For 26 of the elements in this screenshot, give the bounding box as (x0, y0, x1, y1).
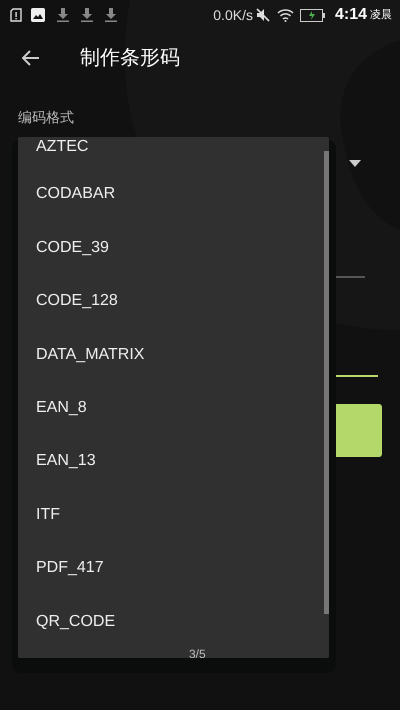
dropdown-option[interactable]: EAN_13 (18, 439, 323, 484)
dropdown-option[interactable]: CODABAR (18, 172, 323, 216)
dropdown-option[interactable]: EAN_8 (18, 386, 323, 430)
wifi-icon (276, 8, 294, 22)
dropdown-option[interactable]: QR_CODE (18, 600, 323, 644)
dropdown-option[interactable]: AZTEC (18, 137, 323, 163)
format-label: 编码格式 (18, 109, 74, 125)
battery-icon (300, 8, 326, 22)
dropdown-caret-icon (349, 160, 361, 167)
mute-icon (254, 7, 271, 23)
download-icon (57, 8, 69, 22)
dropdown-option[interactable]: CODE_128 (18, 279, 323, 324)
dropdown-option[interactable]: PDF_417 (18, 546, 323, 590)
clock-period: 凌晨 (370, 8, 392, 23)
clock-time: 4:14 (334, 5, 367, 25)
page-indicator: 3/5 (189, 648, 206, 658)
network-speed: 0.0K/s (213, 6, 253, 24)
dropdown-option[interactable]: ITF (18, 492, 323, 537)
dropdown-option[interactable]: CODE_39 (18, 226, 323, 270)
dropdown-option[interactable]: DATA_MATRIX (18, 332, 323, 377)
back-arrow-icon (22, 50, 40, 66)
page-title: 制作条形码 (80, 46, 180, 71)
download-icon (81, 8, 93, 22)
image-icon (31, 8, 45, 22)
download-icon (105, 8, 117, 22)
sd-card-icon (10, 8, 22, 22)
